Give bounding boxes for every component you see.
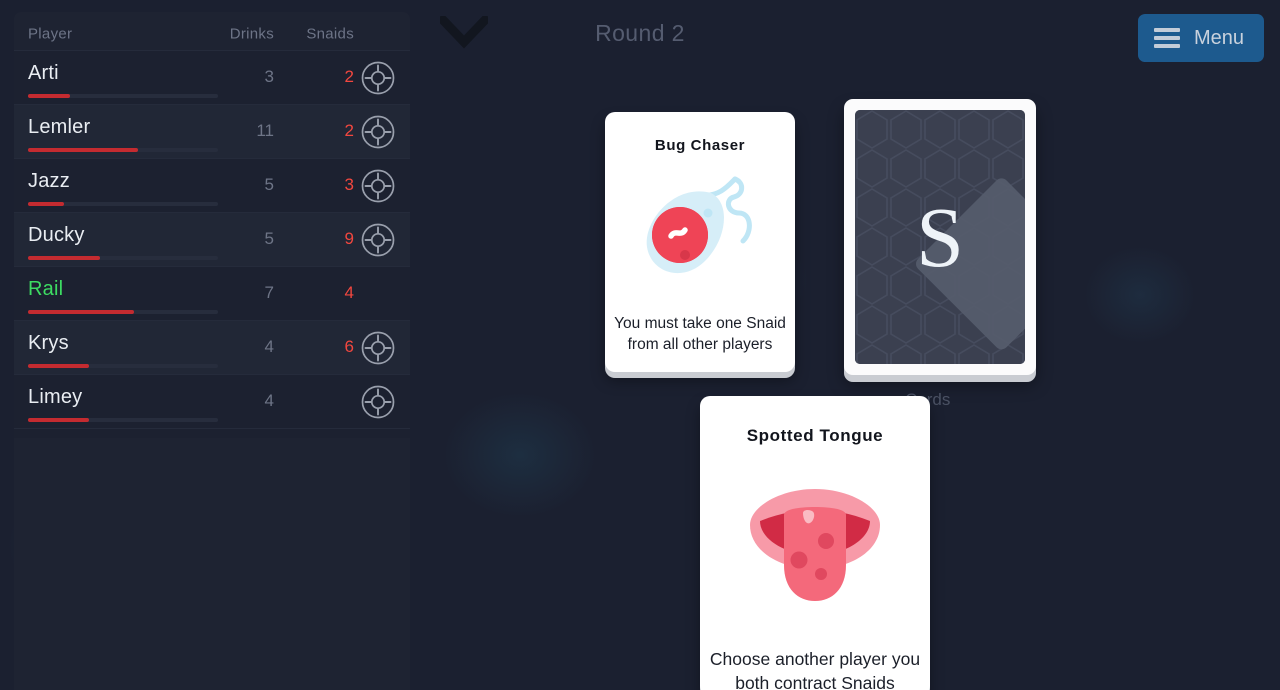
player-name: Lemler	[28, 116, 91, 138]
card-title: Spotted Tongue	[746, 426, 884, 445]
card-spotted-tongue[interactable]: Spotted Tongue Choose another player you…	[700, 396, 930, 690]
player-snaids: 3	[344, 175, 354, 194]
card-back-face: S	[855, 110, 1025, 364]
player-snaids: 6	[344, 337, 354, 356]
target-player-button[interactable]	[360, 60, 396, 96]
table-row[interactable]: Jazz 5 3	[14, 158, 410, 212]
collapse-panel-button[interactable]	[438, 12, 490, 54]
player-name: Rail	[28, 278, 64, 300]
card-title: Bug Chaser	[654, 137, 746, 154]
scoreboard-header: Player Drinks Snaids	[14, 12, 410, 50]
snaid-progress-fill	[28, 94, 70, 98]
hamburger-icon	[1153, 28, 1180, 48]
player-snaids: 2	[344, 67, 354, 86]
player-drinks: 4	[264, 391, 274, 410]
crosshair-target-icon	[361, 169, 395, 203]
player-list: Arti 3 2 Lemler 11 2 Jazz 5 3 Ducky 5 9 Rail 7 4 Krys 4 6…	[14, 50, 410, 428]
target-player-button[interactable]	[360, 222, 396, 258]
snaid-progress-fill	[28, 202, 65, 206]
card-description: You must take one Snaid from all other p…	[614, 315, 786, 353]
table-row[interactable]: Limey 4	[14, 374, 410, 428]
player-snaids: 9	[344, 229, 354, 248]
scoreboard-panel: Player Drinks Snaids Arti 3 2 Lemler 11 2 Jazz…	[14, 12, 410, 690]
game-screen: Round 2 Menu Player Drinks Snaids Arti 3 2…	[0, 0, 1280, 690]
table-row[interactable]: Krys 4 6	[14, 320, 410, 374]
target-player-button[interactable]	[360, 384, 396, 420]
player-name: Jazz	[28, 170, 70, 192]
menu-button[interactable]: Menu	[1137, 14, 1264, 62]
snaid-progress-bar	[28, 202, 218, 206]
player-snaids: 4	[344, 283, 354, 302]
player-drinks: 7	[264, 283, 274, 302]
column-header-drinks: Drinks	[229, 25, 274, 43]
card-description: Choose another player you both contract …	[709, 649, 921, 690]
table-row[interactable]: Rail 7 4	[14, 266, 410, 320]
bug-droplet-icon	[605, 164, 795, 294]
snaid-progress-fill	[28, 148, 139, 152]
snaid-progress-bar	[28, 256, 218, 260]
player-name: Arti	[28, 62, 59, 84]
player-name: Ducky	[28, 224, 85, 246]
menu-button-label: Menu	[1193, 26, 1244, 49]
crosshair-target-icon	[361, 115, 395, 149]
scoreboard-footer	[14, 428, 410, 438]
snaid-progress-fill	[28, 256, 101, 260]
crosshair-target-icon	[361, 331, 395, 365]
chevron-down-icon	[440, 16, 488, 49]
player-name: Limey	[28, 386, 83, 408]
column-header-snaids: Snaids	[306, 25, 354, 43]
player-drinks: 11	[256, 121, 274, 140]
player-drinks: 3	[264, 67, 274, 86]
target-player-button[interactable]	[360, 168, 396, 204]
table-row[interactable]: Lemler 11 2	[14, 104, 410, 158]
snaid-progress-fill	[28, 310, 135, 314]
crosshair-target-icon	[361, 61, 395, 95]
snaid-progress-fill	[28, 418, 89, 422]
target-player-button[interactable]	[360, 114, 396, 150]
snaid-progress-bar	[28, 310, 218, 314]
snaid-progress-bar	[28, 364, 218, 368]
spotted-tongue-icon	[700, 458, 930, 628]
player-drinks: 4	[264, 337, 274, 356]
draw-deck[interactable]: S	[844, 99, 1036, 375]
snaid-progress-fill	[28, 364, 89, 368]
snaid-progress-bar	[28, 94, 218, 98]
deck-logo-letter: S	[916, 189, 964, 285]
snaid-progress-bar	[28, 418, 218, 422]
player-name: Krys	[28, 332, 69, 354]
card-bug-chaser[interactable]: Bug Chaser You must take one Snaid from …	[605, 112, 795, 372]
crosshair-target-icon	[361, 223, 395, 257]
table-row[interactable]: Ducky 5 9	[14, 212, 410, 266]
target-player-button[interactable]	[360, 330, 396, 366]
player-drinks: 5	[264, 175, 274, 194]
crosshair-target-icon	[361, 385, 395, 419]
player-drinks: 5	[264, 229, 274, 248]
column-header-player: Player	[28, 25, 73, 43]
player-snaids: 2	[344, 121, 354, 140]
table-row[interactable]: Arti 3 2	[14, 50, 410, 104]
snaid-progress-bar	[28, 148, 218, 152]
